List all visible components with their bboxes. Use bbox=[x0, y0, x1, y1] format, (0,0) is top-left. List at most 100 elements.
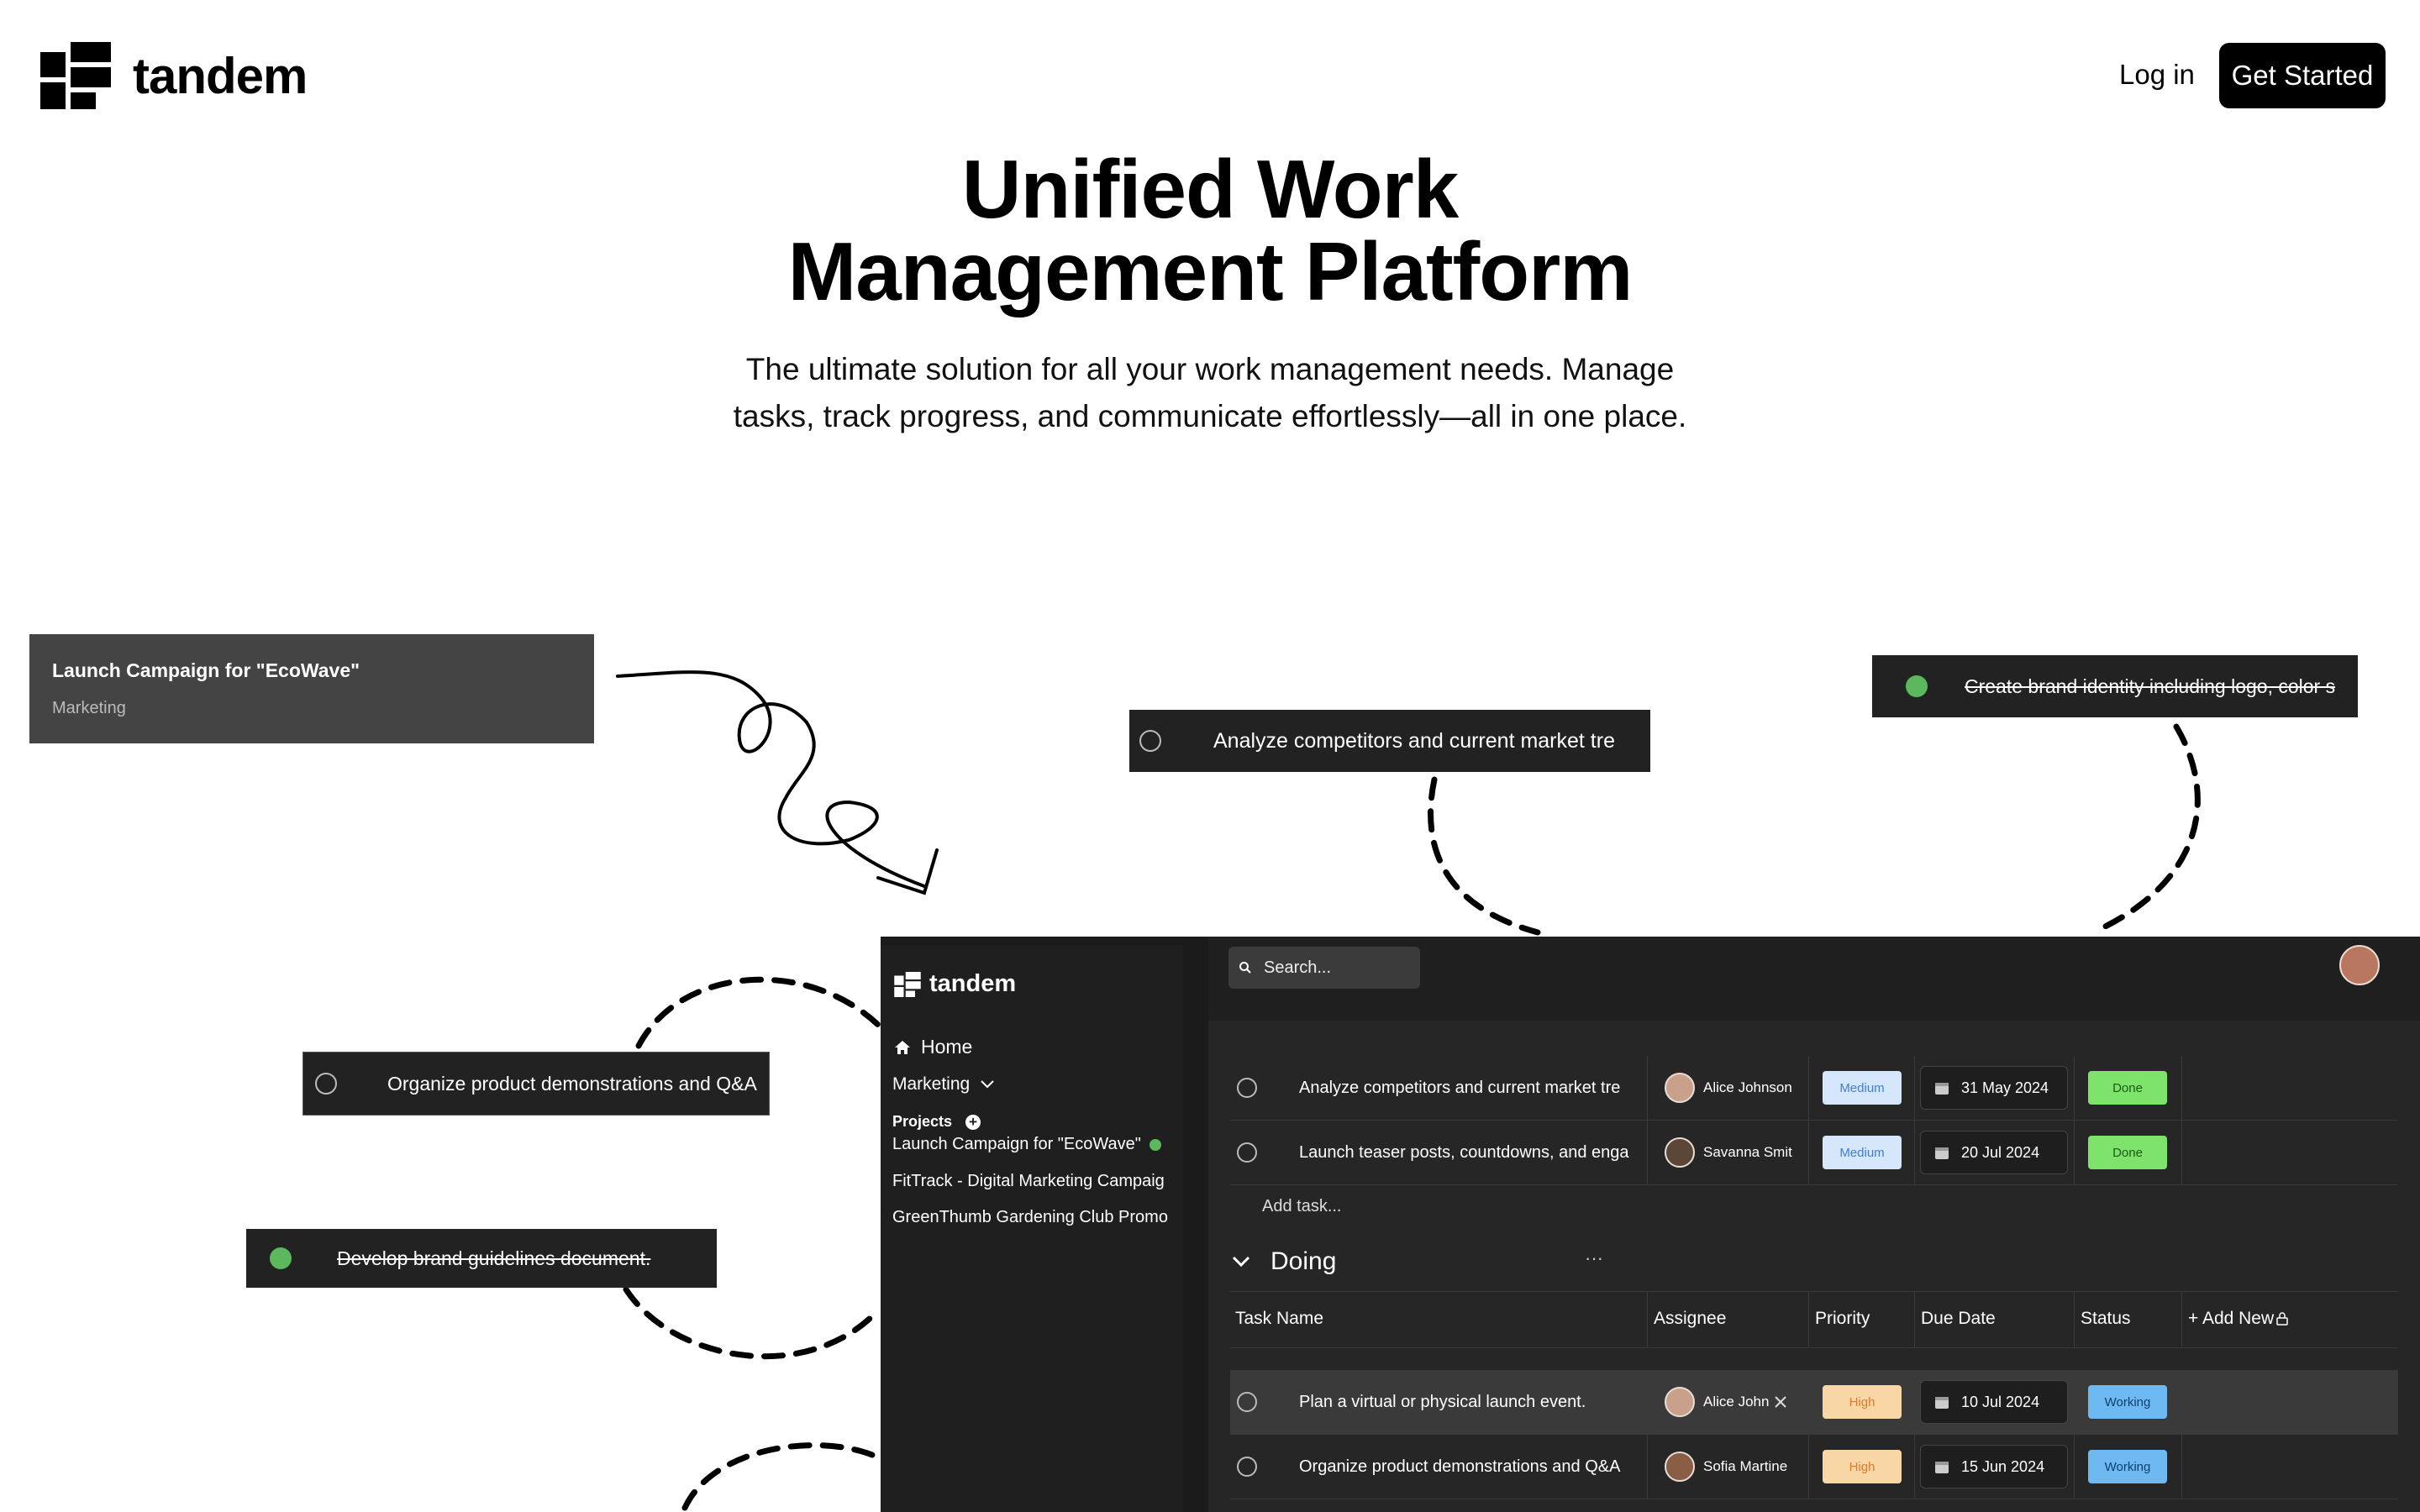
project-name: Launch Campaign for "EcoWave" bbox=[892, 1135, 1141, 1153]
top-bar: Search... bbox=[1208, 937, 2420, 1021]
column-divider bbox=[1914, 1292, 1915, 1347]
status-badge: Working bbox=[2088, 1450, 2167, 1483]
due-date: 31 May 2024 bbox=[1961, 1079, 2049, 1096]
date-field[interactable]: 15 Jun 2024 bbox=[1920, 1445, 2068, 1488]
main-panel: Search... Analyze competitors and curren… bbox=[1208, 937, 2420, 1512]
extra-cell bbox=[2181, 1370, 2398, 1434]
lock-icon bbox=[2276, 1312, 2288, 1326]
due-date: 20 Jul 2024 bbox=[1961, 1143, 2040, 1161]
search-placeholder: Search... bbox=[1264, 958, 1332, 977]
search-input[interactable]: Search... bbox=[1228, 947, 1420, 989]
column-divider bbox=[1808, 1292, 1809, 1347]
squiggle-arrow-line bbox=[616, 670, 926, 888]
status-cell[interactable]: Done bbox=[2074, 1056, 2181, 1120]
sidebar-item-home[interactable]: Home bbox=[894, 1036, 972, 1058]
dashed-arc-bottom bbox=[681, 1442, 881, 1511]
extra-cell bbox=[2181, 1435, 2398, 1499]
priority-cell[interactable]: Medium bbox=[1808, 1056, 1914, 1120]
sidebar-item-label: Home bbox=[921, 1036, 973, 1058]
assignee-name: Alice John bbox=[1703, 1394, 1770, 1410]
assignee-name: Sofia Martine bbox=[1703, 1458, 1788, 1474]
table-row[interactable]: Launch teaser posts, countdowns, and eng… bbox=[1230, 1121, 2398, 1185]
due-date-cell[interactable]: 31 May 2024 bbox=[1914, 1056, 2074, 1120]
column-divider bbox=[2074, 1292, 2075, 1347]
status-cell[interactable]: Done bbox=[2074, 1121, 2181, 1184]
sidebar-item-project[interactable]: GreenThumb Gardening Club Promo bbox=[892, 1208, 1175, 1227]
assignee-cell[interactable]: Savanna Smit bbox=[1647, 1121, 1808, 1184]
due-date-cell[interactable]: 20 Jul 2024 bbox=[1914, 1121, 2074, 1184]
calendar-icon bbox=[1935, 1147, 1949, 1159]
task-checkbox-icon[interactable] bbox=[1237, 1457, 1257, 1477]
sidebar-brand-name: tandem bbox=[929, 970, 1017, 997]
column-header-task[interactable]: Task Name bbox=[1235, 1309, 1323, 1329]
table-row[interactable]: Analyze competitors and current market t… bbox=[1230, 1056, 2398, 1121]
task-name[interactable]: Launch teaser posts, countdowns, and eng… bbox=[1299, 1121, 1639, 1184]
date-field[interactable]: 20 Jul 2024 bbox=[1920, 1131, 2068, 1174]
section-more-icon[interactable]: ··· bbox=[1585, 1247, 1603, 1269]
assignee-avatar bbox=[1665, 1137, 1695, 1168]
assignee-avatar bbox=[1665, 1452, 1695, 1482]
due-date-cell[interactable]: 15 Jun 2024 bbox=[1914, 1435, 2074, 1499]
calendar-icon bbox=[1935, 1083, 1949, 1095]
task-title: Organize product demonstrations and Q&A bbox=[387, 1072, 757, 1095]
add-task-button[interactable]: Add task... bbox=[1262, 1197, 1342, 1216]
close-icon[interactable] bbox=[1774, 1395, 1787, 1409]
status-cell[interactable]: Working bbox=[2074, 1435, 2181, 1499]
sidebar-item-project[interactable]: FitTrack - Digital Marketing Campaig bbox=[892, 1172, 1175, 1191]
chevron-down-icon bbox=[1232, 1256, 1250, 1268]
search-icon bbox=[1239, 962, 1251, 974]
section-header[interactable]: Doing bbox=[1232, 1247, 1336, 1276]
table-header: Task Name Assignee Priority Due Date Sta… bbox=[1230, 1291, 2398, 1348]
priority-cell[interactable]: High bbox=[1808, 1435, 1914, 1499]
extra-cell bbox=[2181, 1056, 2398, 1120]
task-name[interactable]: Plan a virtual or physical launch event. bbox=[1299, 1370, 1639, 1434]
date-field[interactable]: 10 Jul 2024 bbox=[1920, 1380, 2068, 1424]
task-name[interactable]: Analyze competitors and current market t… bbox=[1299, 1056, 1639, 1120]
assignee-cell[interactable]: Alice Johnson bbox=[1647, 1056, 1808, 1120]
sidebar-brand[interactable]: tandem bbox=[894, 970, 1016, 998]
dashed-arc-brand bbox=[2093, 723, 2201, 934]
status-badge: Done bbox=[2088, 1136, 2167, 1169]
app-preview: tandem Home Marketing Projects + Launch … bbox=[881, 937, 2420, 1512]
priority-cell[interactable]: High bbox=[1808, 1370, 1914, 1434]
calendar-icon bbox=[1935, 1462, 1949, 1473]
sidebar-item-project[interactable]: Launch Campaign for "EcoWave" bbox=[892, 1135, 1175, 1154]
task-title: Analyze competitors and current market t… bbox=[1213, 728, 1615, 753]
task-checkbox-icon[interactable] bbox=[1237, 1142, 1257, 1163]
workspace-name: Marketing bbox=[892, 1074, 971, 1094]
task-checkbox-icon[interactable] bbox=[1237, 1078, 1257, 1098]
task-name[interactable]: Organize product demonstrations and Q&A bbox=[1299, 1435, 1639, 1499]
calendar-icon bbox=[1935, 1397, 1949, 1409]
sidebar: tandem Home Marketing Projects + Launch … bbox=[881, 945, 1183, 1512]
priority-badge: High bbox=[1823, 1450, 1902, 1483]
status-badge: Working bbox=[2088, 1385, 2167, 1419]
column-header-priority[interactable]: Priority bbox=[1815, 1309, 1870, 1329]
floating-task-organize: Organize product demonstrations and Q&A bbox=[302, 1052, 770, 1116]
user-avatar[interactable] bbox=[2339, 945, 2380, 985]
column-header-due[interactable]: Due Date bbox=[1921, 1309, 1996, 1329]
workspace-selector[interactable]: Marketing bbox=[892, 1074, 995, 1095]
task-checkbox-icon[interactable] bbox=[1237, 1392, 1257, 1412]
table-row[interactable]: Organize product demonstrations and Q&A … bbox=[1230, 1435, 2398, 1499]
date-field[interactable]: 31 May 2024 bbox=[1920, 1066, 2068, 1110]
task-checkbox-icon bbox=[315, 1073, 337, 1095]
active-project-dot bbox=[1149, 1138, 1161, 1151]
add-project-icon[interactable]: + bbox=[965, 1114, 981, 1130]
column-header-status[interactable]: Status bbox=[2081, 1309, 2131, 1329]
add-column-button[interactable]: + Add New bbox=[2188, 1309, 2288, 1329]
due-date-cell[interactable]: 10 Jul 2024 bbox=[1914, 1370, 2074, 1434]
priority-badge: Medium bbox=[1823, 1071, 1902, 1105]
priority-cell[interactable]: Medium bbox=[1808, 1121, 1914, 1184]
assignee-cell[interactable]: Alice John bbox=[1647, 1370, 1808, 1434]
status-cell[interactable]: Working bbox=[2074, 1370, 2181, 1434]
status-badge: Done bbox=[2088, 1071, 2167, 1105]
assignee-cell[interactable]: Sofia Martine bbox=[1647, 1435, 1808, 1499]
dashed-arc-organize bbox=[635, 976, 881, 1049]
column-header-assignee[interactable]: Assignee bbox=[1654, 1309, 1726, 1329]
priority-badge: High bbox=[1823, 1385, 1902, 1419]
table-row[interactable]: Plan a virtual or physical launch event.… bbox=[1230, 1370, 2398, 1435]
projects-label: Projects bbox=[892, 1113, 953, 1130]
assignee-name: Alice Johnson bbox=[1703, 1079, 1792, 1095]
task-title: Create brand identity including logo, co… bbox=[1965, 675, 2336, 697]
home-icon bbox=[895, 1040, 910, 1054]
